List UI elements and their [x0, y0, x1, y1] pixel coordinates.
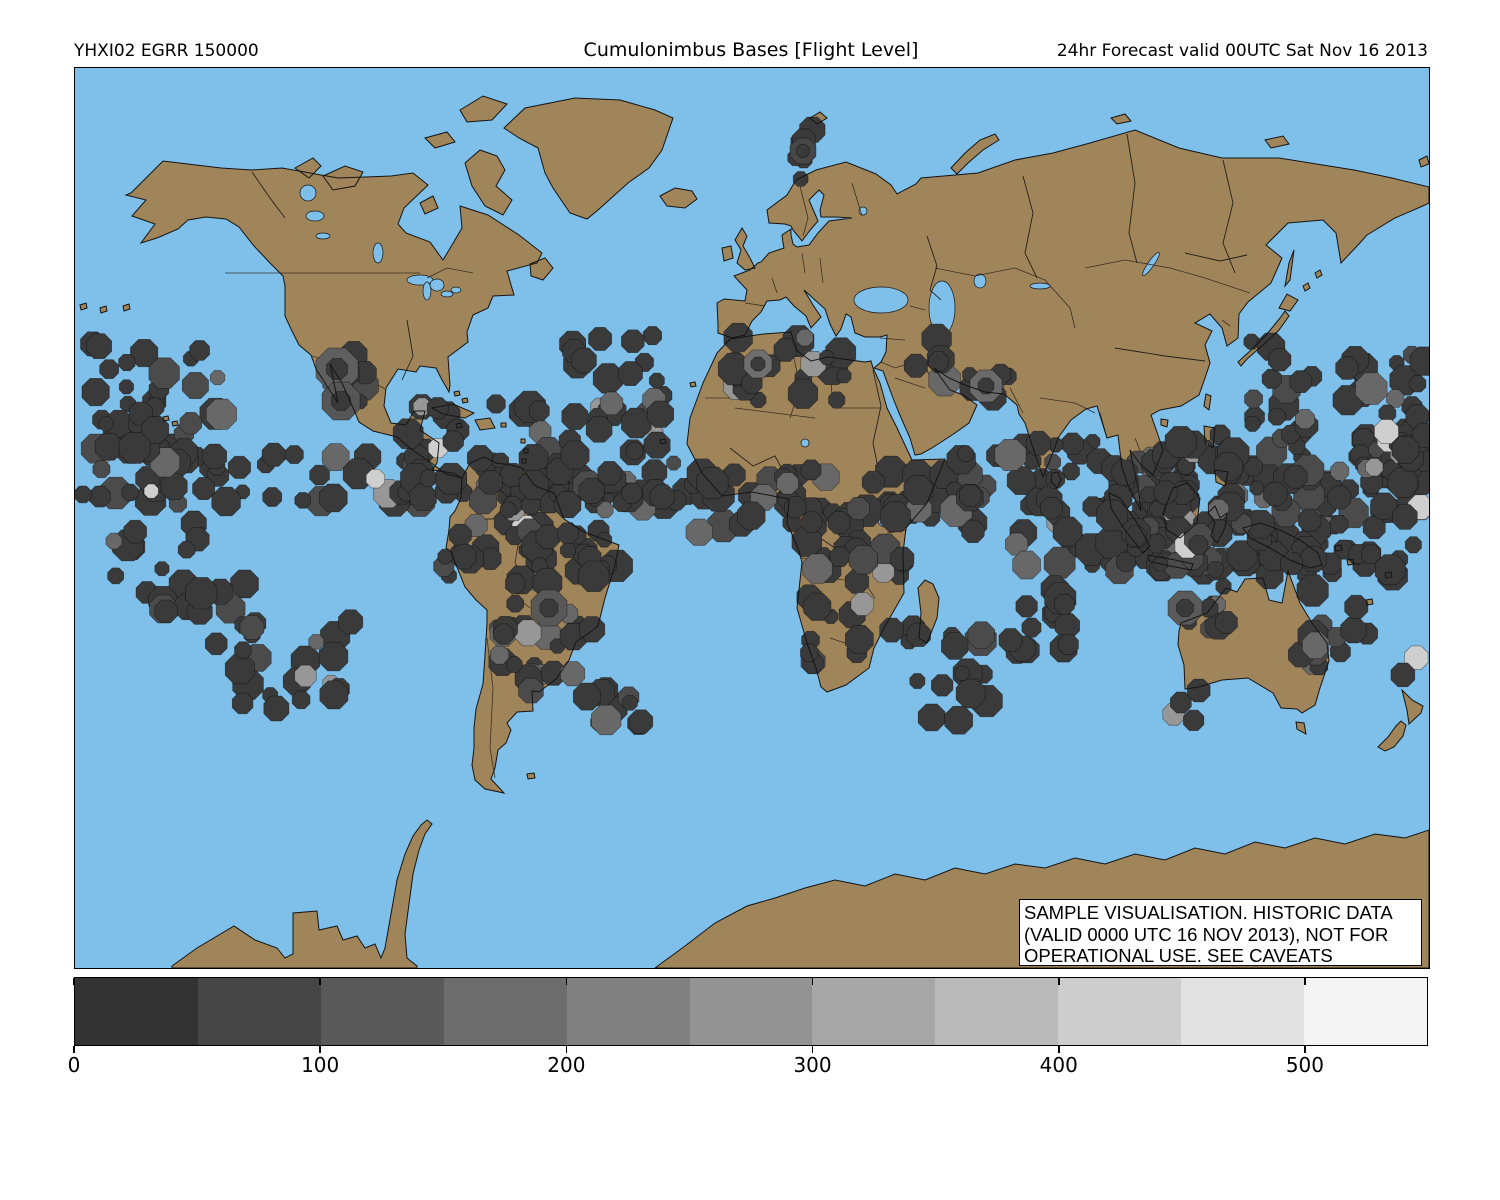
colorbar-segment — [1181, 978, 1304, 1045]
colorbar-segment — [935, 978, 1058, 1045]
colorbar-tick — [1058, 978, 1060, 985]
colorbar-segment — [567, 978, 690, 1045]
forecast-validity: 24hr Forecast valid 00UTC Sat Nov 16 201… — [1057, 41, 1428, 61]
colorbar-tick — [319, 1046, 321, 1053]
colorbar-tick-label: 300 — [793, 1053, 831, 1077]
colorbar-segment — [75, 978, 198, 1045]
colorbar-tick — [319, 978, 321, 985]
colorbar-tick — [812, 1046, 814, 1053]
colorbar-segment — [198, 978, 321, 1045]
disclaimer-line: (VALID 0000 UTC 16 NOV 2013), NOT FOR — [1024, 924, 1421, 946]
colorbar-tick-label: 200 — [547, 1053, 585, 1077]
colorbar-segment — [812, 978, 935, 1045]
colorbar-tick — [1304, 978, 1306, 985]
disclaimer-line: SAMPLE VISUALISATION. HISTORIC DATA — [1024, 902, 1421, 924]
colorbar-tick-label: 100 — [301, 1053, 339, 1077]
colorbar-tick — [73, 978, 75, 985]
bulletin-id: YHXI02 EGRR 150000 — [74, 41, 259, 61]
colorbar-segment — [1304, 978, 1427, 1045]
colorbar: 0100200300400500 — [74, 977, 1428, 1046]
colorbar-tick — [1304, 1046, 1306, 1053]
colorbar-segment — [444, 978, 567, 1045]
colorbar-tick-label: 0 — [68, 1053, 81, 1077]
colorbar-tick — [566, 978, 568, 985]
colorbar-tick — [1058, 1046, 1060, 1053]
colorbar-tick — [812, 978, 814, 985]
world-map-frame — [74, 67, 1430, 969]
disclaimer-line: OPERATIONAL USE. SEE CAVEATS — [1024, 945, 1421, 966]
colorbar-segment — [690, 978, 813, 1045]
colorbar-segment — [1058, 978, 1181, 1045]
disclaimer-box: SAMPLE VISUALISATION. HISTORIC DATA (VAL… — [1019, 899, 1422, 966]
chart-title: Cumulonimbus Bases [Flight Level] — [584, 39, 919, 61]
colorbar-tick-label: 400 — [1040, 1053, 1078, 1077]
colorbar-tick — [566, 1046, 568, 1053]
colorbar-tick-label: 500 — [1286, 1053, 1324, 1077]
colorbar-tick — [73, 1046, 75, 1053]
colorbar-segments — [74, 977, 1428, 1046]
world-map — [75, 68, 1429, 968]
colorbar-segment — [321, 978, 444, 1045]
